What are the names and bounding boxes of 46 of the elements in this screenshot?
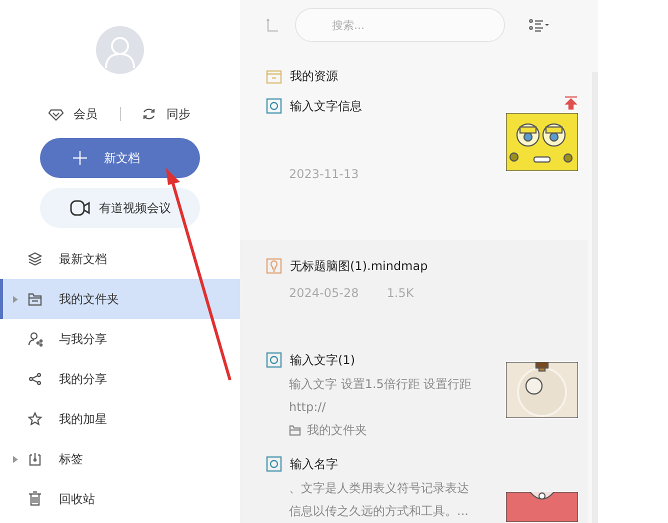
nav-item[interactable]: 标签 — [0, 439, 240, 479]
folder-icon — [266, 68, 282, 84]
item-title[interactable]: 输入文字(1) — [290, 352, 355, 368]
person-share-icon — [27, 331, 43, 347]
item-title[interactable]: 输入文字信息 — [290, 98, 362, 114]
note-icon — [266, 352, 282, 368]
nav-item[interactable]: 我的文件夹 — [0, 279, 240, 319]
snippet-text: 、文字是人类用表义符号记录表达 — [289, 480, 470, 497]
folder-icon — [27, 291, 43, 307]
nav-item[interactable]: 我的加星 — [0, 399, 240, 439]
meta-text: 2024-05-28 — [289, 286, 359, 300]
note-icon — [266, 98, 282, 114]
nav-item[interactable]: 最新文档 — [0, 239, 240, 279]
item-title[interactable]: 我的资源 — [290, 68, 338, 84]
expand-arrow-icon — [12, 296, 18, 302]
folder-icon — [289, 425, 301, 436]
video-meeting-button[interactable]: 有道视频会议 — [40, 188, 200, 228]
share-icon — [27, 371, 43, 387]
new-document-button[interactable]: 新文档 — [40, 138, 200, 178]
sort-icon — [265, 17, 281, 33]
snippet-text: http:// — [289, 399, 327, 416]
meta-text: 1.5K — [386, 286, 414, 300]
nav-item[interactable]: 回收站 — [0, 479, 240, 519]
expand-arrow-icon — [12, 456, 18, 462]
layers-icon — [27, 251, 43, 267]
list-view-icon — [529, 18, 549, 32]
snippet-text: 输入文字 设置1.5倍行距 设置行距 — [289, 376, 473, 393]
sync-button[interactable]: 同步 — [166, 106, 190, 122]
bulb-icon — [266, 258, 282, 274]
nav-item[interactable]: 我的分享 — [0, 359, 240, 399]
trash-icon — [27, 491, 43, 507]
meta-text: 2023-11-13 — [289, 167, 359, 181]
member-button[interactable]: 会员 — [74, 106, 98, 122]
item-title[interactable]: 无标题脑图(1).mindmap — [290, 258, 428, 274]
camera-icon — [69, 198, 91, 218]
avatar-icon — [96, 26, 144, 74]
search-field[interactable]: 搜索... — [295, 8, 505, 42]
item-title[interactable]: 输入名字 — [290, 456, 338, 472]
folder-name: 我的文件夹 — [307, 422, 367, 439]
note-icon — [266, 456, 282, 472]
sync-icon — [140, 106, 156, 122]
star-icon — [27, 411, 43, 427]
nav-item[interactable]: 与我分享 — [0, 319, 240, 359]
snippet-text: 信息以传之久远的方式和工具。... — [289, 503, 470, 520]
tag-icon — [27, 451, 43, 467]
plus-icon — [72, 150, 88, 166]
